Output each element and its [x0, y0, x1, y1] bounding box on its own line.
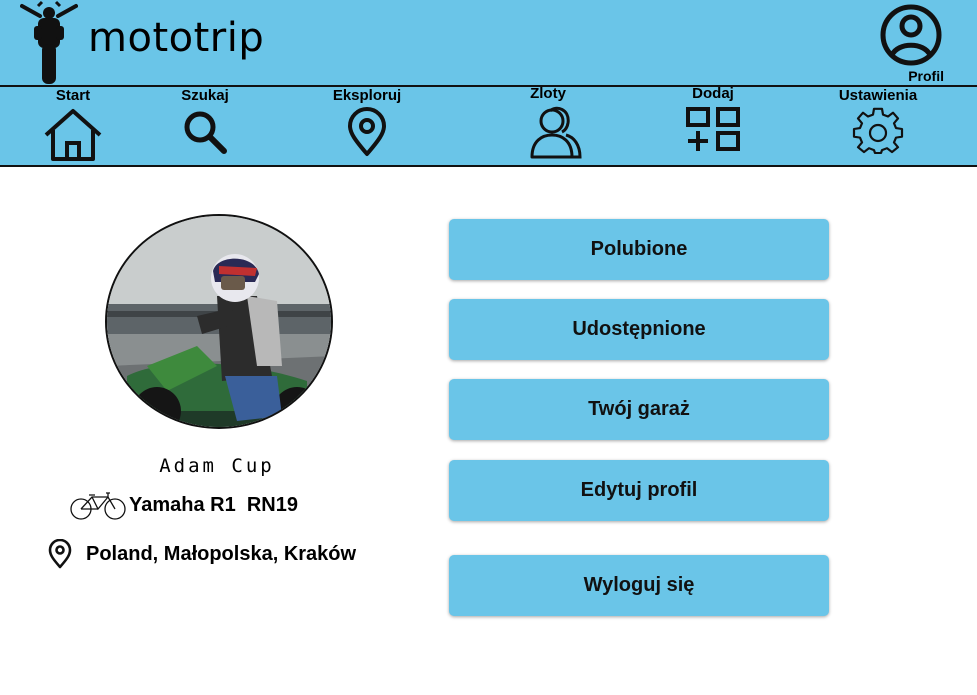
home-icon	[44, 109, 102, 161]
nav-label: Szukaj	[181, 87, 229, 104]
map-pin-icon	[48, 539, 72, 569]
avatar-photo	[107, 216, 331, 427]
avatar	[105, 214, 333, 429]
edit-profile-button[interactable]: Edytuj profil	[449, 460, 829, 521]
search-icon	[184, 111, 227, 154]
gear-icon	[852, 107, 904, 155]
profile-button[interactable]: Profil	[875, 4, 947, 86]
bicycle-icon	[70, 492, 126, 520]
add-grid-icon	[686, 107, 740, 151]
bike-model: Yamaha R1 RN19	[129, 493, 298, 516]
main-nav: Start Szukaj Eksploruj Zloty Dodaj Ustaw…	[0, 85, 977, 167]
profile-label: Profil	[908, 68, 944, 84]
nav-label: Ustawienia	[838, 87, 918, 104]
user-name: Adam Cup	[159, 455, 275, 477]
location-text: Poland, Małopolska, Kraków	[86, 542, 357, 565]
user-circle-icon	[880, 4, 942, 66]
location-info: Poland, Małopolska, Kraków	[47, 539, 356, 569]
app-header: mototrip Profil	[0, 0, 977, 87]
nav-item-szukaj[interactable]: Szukaj	[172, 87, 238, 165]
nav-item-ustawienia[interactable]: Ustawienia	[828, 87, 928, 165]
logout-button[interactable]: Wyloguj się	[449, 555, 829, 616]
shared-button[interactable]: Udostępnione	[449, 299, 829, 360]
garage-button[interactable]: Twój garaż	[449, 379, 829, 440]
nav-item-start[interactable]: Start	[38, 87, 108, 165]
nav-label: Zloty	[530, 85, 566, 102]
bike-info: Yamaha R1 RN19	[70, 488, 298, 522]
motorcycle-front-icon	[20, 0, 78, 84]
nav-item-zloty[interactable]: Zloty	[500, 85, 596, 163]
users-icon	[530, 106, 582, 159]
nav-item-eksploruj[interactable]: Eksploruj	[322, 87, 412, 165]
nav-label: Dodaj	[692, 85, 734, 102]
nav-label: Start	[55, 87, 91, 104]
nav-item-dodaj[interactable]: Dodaj	[680, 85, 746, 163]
liked-button[interactable]: Polubione	[449, 219, 829, 280]
nav-label: Eksploruj	[332, 87, 402, 104]
map-pin-icon	[348, 107, 386, 156]
app-title: mototrip	[88, 15, 265, 61]
